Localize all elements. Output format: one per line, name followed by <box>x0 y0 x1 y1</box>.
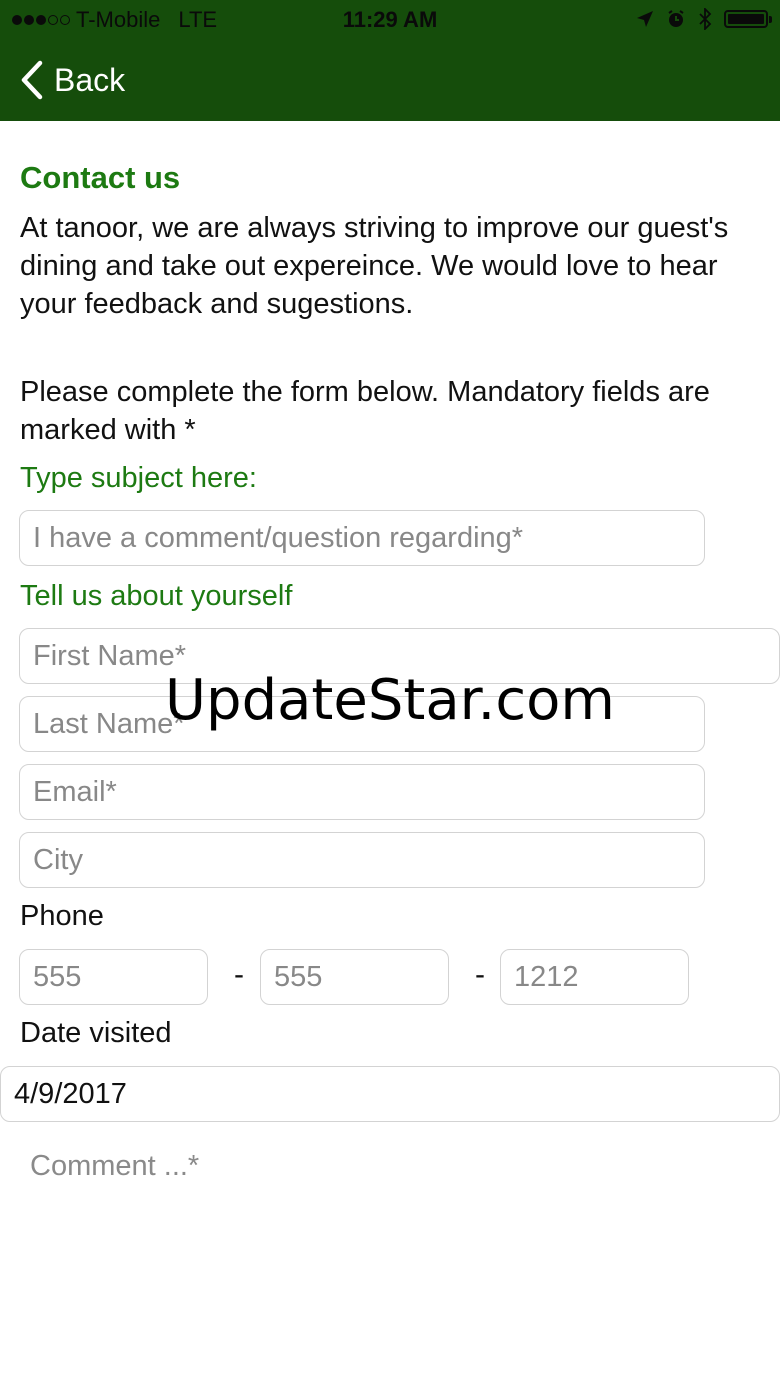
phone-area-code-input[interactable]: 555 <box>19 949 208 1005</box>
location-arrow-icon <box>637 11 653 27</box>
phone-prefix-input[interactable]: 555 <box>260 949 449 1005</box>
phone-label: Phone <box>20 900 104 932</box>
watermark: UpdateStar.com <box>165 668 615 733</box>
comment-textarea[interactable]: Comment ...* <box>30 1150 199 1183</box>
status-bar: T-Mobile LTE 11:29 AM <box>0 0 780 40</box>
date-visited-input[interactable]: 4/9/2017 <box>0 1066 780 1122</box>
date-visited-label: Date visited <box>20 1017 172 1049</box>
back-button[interactable]: Back <box>20 58 125 102</box>
subject-label: Type subject here: <box>20 462 257 494</box>
instructions-text: Please complete the form below. Mandator… <box>20 376 710 446</box>
email-input[interactable]: Email* <box>19 764 705 820</box>
subject-input[interactable]: I have a comment/question regarding* <box>19 510 705 566</box>
phone-separator: - <box>234 958 244 991</box>
page-title: Contact us <box>20 160 181 195</box>
back-label: Back <box>54 61 126 98</box>
city-input[interactable]: City <box>19 832 705 888</box>
intro-text: At tanoor, we are always striving to imp… <box>20 212 729 320</box>
bluetooth-icon <box>699 8 712 30</box>
status-right <box>636 8 772 30</box>
phone-line-input[interactable]: 1212 <box>500 949 689 1005</box>
chevron-left-icon <box>21 60 43 100</box>
navigation-bar: T-Mobile LTE 11:29 AM Back <box>0 0 780 121</box>
about-label: Tell us about yourself <box>20 580 293 612</box>
phone-separator: - <box>475 958 485 991</box>
alarm-icon <box>668 10 684 27</box>
battery-icon <box>724 10 772 28</box>
